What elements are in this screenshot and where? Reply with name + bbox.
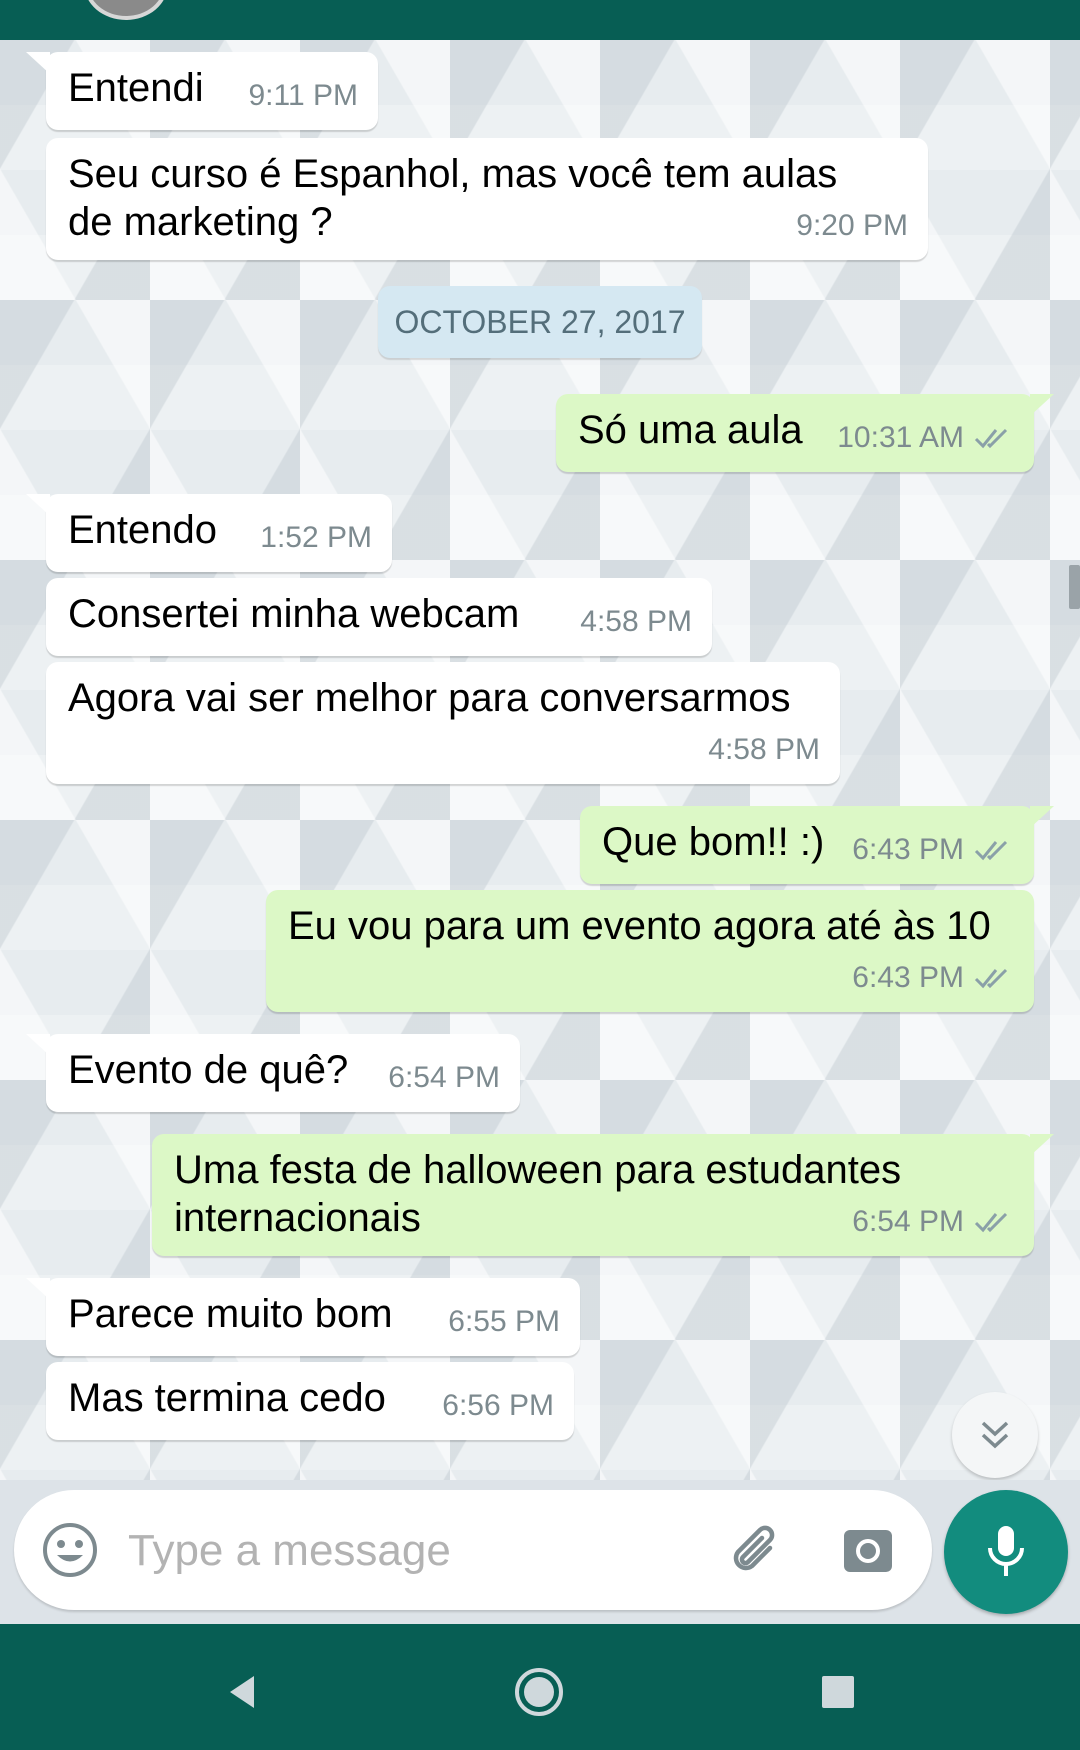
message-time: 4:58 PM xyxy=(708,733,820,766)
message-outgoing[interactable]: Eu vou para um evento agora até às 10 6:… xyxy=(266,890,1034,1012)
chat-header xyxy=(0,0,1080,40)
contact-avatar[interactable] xyxy=(84,0,168,20)
message-text: Agora vai ser melhor para conversarmos xyxy=(68,676,791,720)
message-composer xyxy=(14,1490,932,1610)
message-meta: 9:11 PM xyxy=(249,72,359,120)
message-incoming[interactable]: Evento de quê? 6:54 PM xyxy=(26,1034,520,1112)
double-check-icon xyxy=(974,1212,1008,1233)
message-meta: 6:56 PM xyxy=(442,1382,554,1430)
emoji-icon xyxy=(43,1523,97,1577)
message-incoming[interactable]: Mas termina cedo 6:56 PM xyxy=(46,1362,574,1440)
back-triangle-icon xyxy=(230,1676,254,1708)
message-text: Eu vou para um evento agora até às 10 xyxy=(288,904,991,948)
message-input[interactable] xyxy=(126,1510,730,1592)
message-meta: 6:43 PM xyxy=(852,826,1014,874)
double-chevron-down-icon xyxy=(981,1421,1009,1449)
double-check-icon xyxy=(974,840,1008,861)
message-time: 6:55 PM xyxy=(448,1305,560,1338)
message-time: 1:52 PM xyxy=(260,521,372,554)
recents-square-icon xyxy=(822,1676,854,1708)
double-check-icon xyxy=(974,428,1008,449)
message-meta: 6:55 PM xyxy=(448,1298,560,1346)
message-text: Seu curso é Espanhol, mas você tem aulas… xyxy=(68,152,838,244)
message-time: 6:56 PM xyxy=(442,1389,554,1422)
message-meta: 6:54 PM xyxy=(388,1054,500,1102)
message-time: 4:58 PM xyxy=(580,605,692,638)
chat-area[interactable]: Entendi 9:11 PM Seu curso é Espanhol, ma… xyxy=(0,40,1080,1480)
camera-button[interactable] xyxy=(838,1520,898,1580)
emoji-button[interactable] xyxy=(40,1520,100,1580)
message-time: 6:43 PM xyxy=(852,833,964,866)
message-meta: 4:58 PM xyxy=(580,598,692,646)
nav-back-button[interactable] xyxy=(212,1662,272,1722)
home-circle-icon xyxy=(515,1668,563,1716)
message-time: 6:54 PM xyxy=(388,1061,500,1094)
message-incoming[interactable]: Parece muito bom 6:55 PM xyxy=(26,1278,580,1356)
message-time: 9:20 PM xyxy=(796,209,908,242)
scroll-to-bottom-button[interactable] xyxy=(952,1392,1038,1478)
message-time: 9:11 PM xyxy=(248,79,359,112)
message-meta: 6:54 PM xyxy=(852,1198,1014,1246)
scrollbar-thumb[interactable] xyxy=(1069,565,1080,609)
message-time: 10:31 AM xyxy=(837,421,964,454)
message-meta: 1:52 PM xyxy=(260,514,372,562)
camera-icon xyxy=(844,1530,892,1572)
double-check-icon xyxy=(974,968,1008,989)
message-meta: 4:58 PM xyxy=(708,726,820,774)
message-incoming[interactable]: Entendo 1:52 PM xyxy=(26,494,392,572)
message-incoming[interactable]: Entendi 9:11 PM xyxy=(26,52,378,130)
message-incoming[interactable]: Seu curso é Espanhol, mas você tem aulas… xyxy=(46,138,928,260)
message-meta: 6:43 PM xyxy=(852,954,1014,1002)
message-time: 6:43 PM xyxy=(852,961,964,994)
microphone-icon xyxy=(988,1526,1024,1576)
nav-recents-button[interactable] xyxy=(808,1662,868,1722)
message-meta: 9:20 PM xyxy=(796,202,908,250)
message-outgoing[interactable]: Que bom!! :) 6:43 PM xyxy=(580,806,1054,884)
system-navigation-bar xyxy=(0,1624,1080,1750)
voice-message-button[interactable] xyxy=(944,1490,1068,1614)
message-meta: 10:31 AM xyxy=(837,414,1014,462)
message-outgoing[interactable]: Uma festa de halloween para estudantes i… xyxy=(152,1134,1054,1256)
message-outgoing[interactable]: Só uma aula 10:31 AM xyxy=(556,394,1054,472)
attach-button[interactable] xyxy=(726,1518,790,1582)
nav-home-button[interactable] xyxy=(509,1662,569,1722)
message-time: 6:54 PM xyxy=(852,1205,964,1238)
date-separator: OCTOBER 27, 2017 xyxy=(378,286,702,358)
message-incoming[interactable]: Consertei minha webcam 4:58 PM xyxy=(46,578,712,656)
message-incoming[interactable]: Agora vai ser melhor para conversarmos 4… xyxy=(46,662,840,784)
paperclip-icon xyxy=(733,1525,775,1571)
